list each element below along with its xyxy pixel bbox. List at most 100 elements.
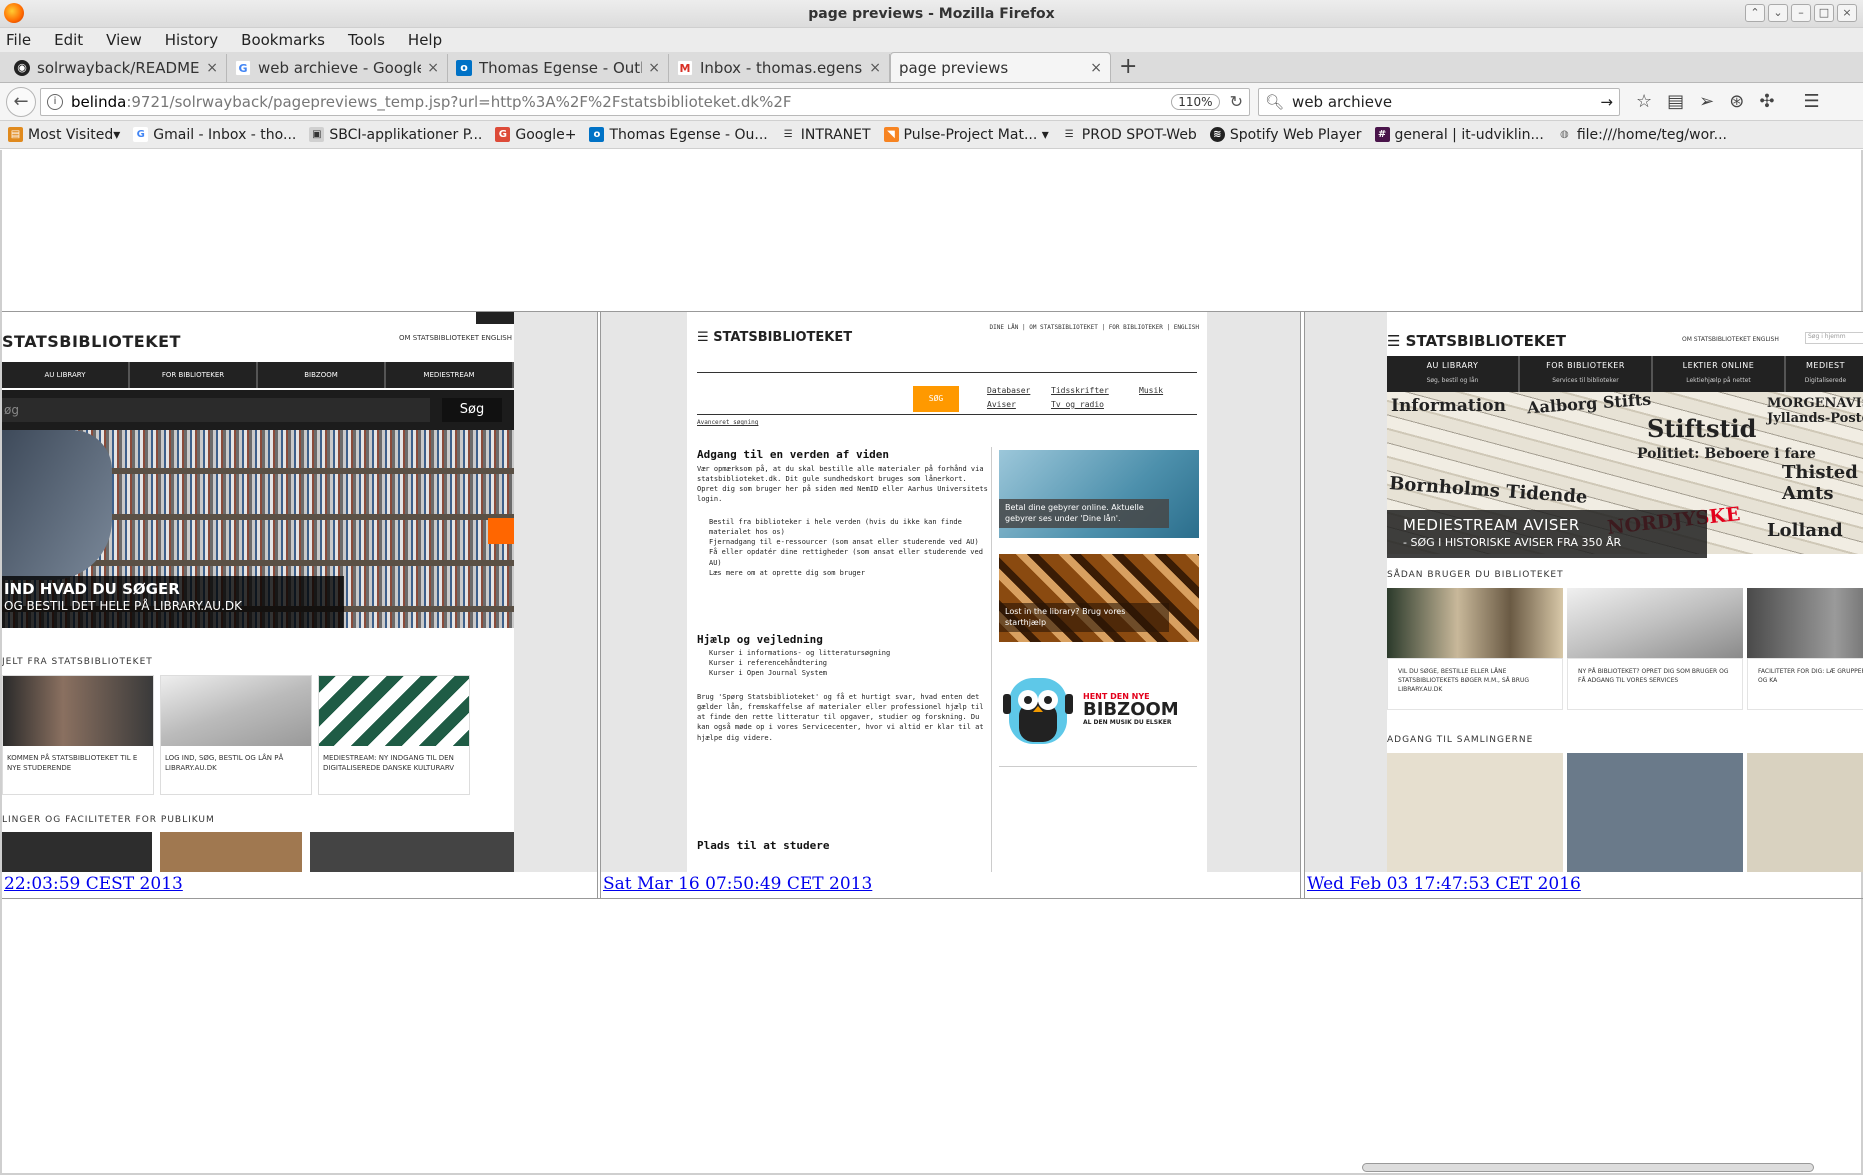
preview-timestamp-link[interactable]: Wed Feb 03 17:47:53 CET 2016 xyxy=(1307,874,1581,894)
newspaper-masthead: Bornholms Tidende xyxy=(1388,473,1589,508)
site-logo: ☰ STATSBIBLIOTEKET xyxy=(1387,332,1566,350)
menu-view[interactable]: View xyxy=(106,31,142,49)
newspaper-masthead: MORGENAVISE Jyllands-Poste xyxy=(1767,396,1863,426)
bookmark-star-icon[interactable]: ☆ xyxy=(1636,91,1652,112)
owl-icon xyxy=(1003,678,1073,744)
newspaper-masthead: Stiftstid xyxy=(1647,414,1757,443)
advanced-search-link: Avanceret søgning xyxy=(697,419,759,426)
section-heading: SÅDAN BRUGER DU BIBLIOTEKET xyxy=(1387,570,1564,580)
close-tab-icon[interactable]: × xyxy=(427,60,439,76)
bookmark-prod-spot[interactable]: ☰ PROD SPOT-Web xyxy=(1062,127,1197,143)
close-tab-icon[interactable]: × xyxy=(1090,60,1102,76)
maximize-button[interactable]: □ xyxy=(1814,4,1834,22)
zoom-indicator[interactable]: 110% xyxy=(1171,93,1220,110)
nav-item: MEDIESTREAM xyxy=(386,362,514,388)
bookmark-pulse[interactable]: ◥ Pulse-Project Mat... ▾ xyxy=(883,127,1049,143)
outlook-icon: o xyxy=(456,60,472,76)
keep-above-button[interactable]: ⌄ xyxy=(1768,4,1788,22)
search-input[interactable]: web archieve xyxy=(1292,93,1600,111)
window-title: page previews - Mozilla Firefox xyxy=(808,6,1055,22)
tab-label: solrwayback/README.m xyxy=(37,59,200,77)
github-icon: ◉ xyxy=(14,60,30,76)
lines-icon: ☰ xyxy=(1064,129,1074,140)
bookmark-google-plus[interactable]: G Google+ xyxy=(495,127,576,143)
menu-file[interactable]: File xyxy=(6,31,31,49)
bookmark-spotify[interactable]: ≋ Spotify Web Player xyxy=(1209,127,1362,143)
reload-icon[interactable]: ↻ xyxy=(1230,92,1243,111)
menu-history[interactable]: History xyxy=(165,31,218,49)
nav-item: FOR BIBLIOTEKER Services til biblioteker xyxy=(1520,356,1653,392)
news-tile: LOG IND, SØG, BESTIL OG LÅN PÅ LIBRARY.A… xyxy=(160,675,312,795)
back-button[interactable]: ← xyxy=(6,86,36,117)
preview-screenshot[interactable]: STATSBIBLIOTEKET OM STATSBIBLIOTEKET ENG… xyxy=(2,312,597,872)
intro-text: Vær opmærksom på, at du skal bestille al… xyxy=(697,465,988,504)
url-bar[interactable]: i belinda :9721/solrwayback/pagepreviews… xyxy=(40,87,1250,116)
shade-button[interactable]: ⌃ xyxy=(1745,4,1765,22)
heading-adgang: Adgang til en verden af viden xyxy=(697,448,890,461)
new-tab-button[interactable]: + xyxy=(1119,54,1137,82)
send-icon[interactable]: ➢ xyxy=(1699,91,1714,112)
news-tile: KOMMEN PÅ STATSBIBLIOTEKET TIL E NYE STU… xyxy=(2,675,154,795)
globe-icon: ◍ xyxy=(1559,129,1569,140)
facility-photos xyxy=(2,832,514,872)
close-tab-icon[interactable]: × xyxy=(206,60,218,76)
preview-timestamp-link[interactable]: Sat Mar 16 07:50:49 CET 2013 xyxy=(603,874,872,894)
bookmark-file[interactable]: ◍ file:///home/teg/wor... xyxy=(1557,127,1727,143)
hero-caption: MEDIESTREAM AVISER - SØG I HISTORISKE AV… xyxy=(1387,510,1707,558)
nav-item: BIBZOOM xyxy=(258,362,386,388)
reading-list-icon[interactable]: ▤ xyxy=(1667,91,1684,112)
tab-outlook[interactable]: o Thomas Egense - Outlo × xyxy=(448,54,669,82)
site-info-icon[interactable]: i xyxy=(47,93,63,110)
preview-timestamp-link[interactable]: 22:03:59 CEST 2013 xyxy=(4,874,183,894)
info-tile: NY PÅ BIBLIOTEKET? OPRET DIG SOM BRUGER … xyxy=(1567,588,1743,710)
close-tab-icon[interactable]: × xyxy=(648,60,660,76)
gmail-icon: M xyxy=(677,60,693,76)
nav-item: AU LIBRARY xyxy=(2,362,130,388)
navigation-toolbar: ← i belinda :9721/solrwayback/pageprevie… xyxy=(0,83,1863,121)
minimize-button[interactable]: – xyxy=(1791,4,1811,22)
menu-help[interactable]: Help xyxy=(408,31,442,49)
tab-page-previews[interactable]: page previews × xyxy=(890,52,1111,82)
starthelp-banner: Lost in the library? Brug vores starthjæ… xyxy=(999,554,1199,642)
fees-banner: Betal dine gebyrer online. Aktuelle geby… xyxy=(999,450,1199,538)
column-divider xyxy=(991,447,992,872)
search-bar[interactable]: 🔍︎ web archieve → xyxy=(1258,87,1620,116)
url-path: :9721/solrwayback/pagepreviews_temp.jsp?… xyxy=(126,92,792,111)
heading-plads: Plads til at studere xyxy=(697,839,830,852)
bookmark-most-visited[interactable]: ▤ Most Visited ▾ xyxy=(8,127,120,143)
bookmark-intranet[interactable]: ☰ INTRANET xyxy=(781,127,871,143)
preview-screenshot[interactable]: ☰ STATSBIBLIOTEKET OM STATSBIBLIOTEKET E… xyxy=(1305,312,1863,872)
site-logo: ☰ STATSBIBLIOTEKET xyxy=(697,330,853,345)
bookmark-sbci[interactable]: ▣ SBCI-applikationer P... xyxy=(309,127,482,143)
tab-github[interactable]: ◉ solrwayback/README.m × xyxy=(6,54,227,82)
site-search: øg Søg xyxy=(2,390,514,430)
extension-icon[interactable]: ⊛ xyxy=(1729,91,1744,112)
tab-google[interactable]: G web archieve - Google × xyxy=(227,54,448,82)
gplus-icon: G xyxy=(495,127,511,142)
tab-strip: ◉ solrwayback/README.m × G web archieve … xyxy=(0,52,1863,83)
bookmark-outlook[interactable]: o Thomas Egense - Ou... xyxy=(589,127,768,143)
tab-gmail[interactable]: M Inbox - thomas.egense × xyxy=(669,54,890,82)
menu-bar: File Edit View History Bookmarks Tools H… xyxy=(0,28,1863,52)
close-window-button[interactable]: × xyxy=(1837,4,1857,22)
horizontal-scrollbar[interactable] xyxy=(1362,1163,1814,1172)
tab-label: web archieve - Google xyxy=(258,59,422,77)
bookmark-slack[interactable]: # general | it-udviklin... xyxy=(1374,127,1544,143)
tab-label: page previews xyxy=(899,58,1009,77)
menu-tools[interactable]: Tools xyxy=(348,31,385,49)
top-links: OM STATSBIBLIOTEKET ENGLISH xyxy=(398,334,512,342)
menu-edit[interactable]: Edit xyxy=(54,31,83,49)
keyboard-photo xyxy=(161,676,311,746)
archived-page: ☰ STATSBIBLIOTEKET OM STATSBIBLIOTEKET E… xyxy=(1387,312,1863,872)
addon-icon[interactable]: ✣ xyxy=(1759,91,1774,112)
close-tab-icon[interactable]: × xyxy=(869,60,881,76)
bookmark-gmail[interactable]: G Gmail - Inbox - tho... xyxy=(133,127,296,143)
section-heading: LINGER OG FACILITETER FOR PUBLIKUM xyxy=(2,815,215,825)
preview-cell: ☰ STATSBIBLIOTEKET DINE LÅN | OM STATSBI… xyxy=(600,312,1301,898)
link-aviser: Aviser xyxy=(987,400,1016,409)
menu-icon[interactable]: ☰ xyxy=(1803,91,1819,112)
hero-title: IND HVAD DU SØGER xyxy=(4,580,180,598)
preview-screenshot[interactable]: ☰ STATSBIBLIOTEKET DINE LÅN | OM STATSBI… xyxy=(601,312,1300,872)
menu-bookmarks[interactable]: Bookmarks xyxy=(241,31,325,49)
search-go-icon[interactable]: → xyxy=(1600,93,1613,111)
